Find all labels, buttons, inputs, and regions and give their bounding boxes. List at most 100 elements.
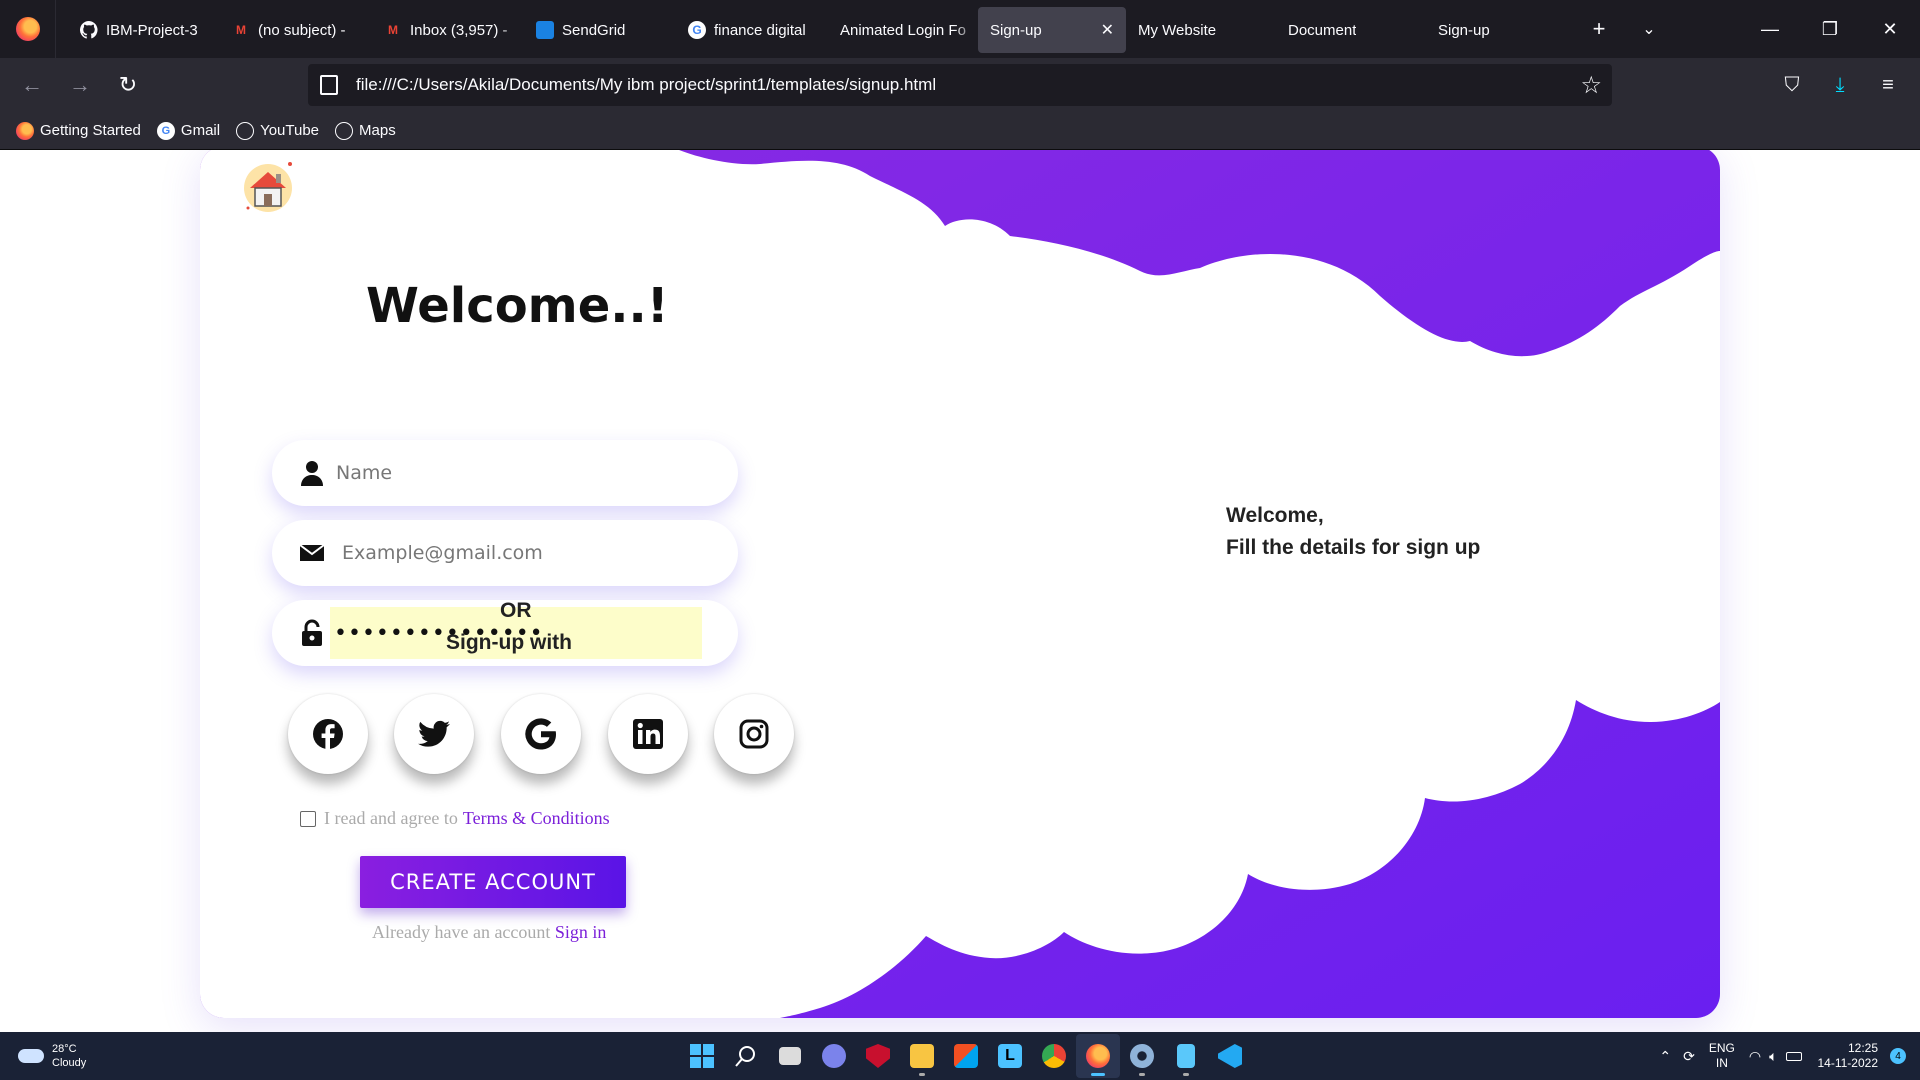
email-input[interactable] <box>342 542 585 564</box>
globe-icon <box>236 121 255 140</box>
hamburger-menu-icon[interactable]: ≡ <box>1864 65 1912 105</box>
bookmark-star-icon[interactable]: ☆ <box>1580 71 1602 100</box>
window-controls: — ❐ ✕ <box>1740 0 1920 58</box>
back-arrow-icon[interactable]: ← <box>8 65 56 105</box>
tab-signup-active[interactable]: Sign-up ✕ <box>978 7 1126 53</box>
chrome-button[interactable] <box>1032 1034 1076 1078</box>
signin-link[interactable]: Sign in <box>555 922 607 942</box>
tab-label: Document <box>1288 21 1357 39</box>
firefox-menu-button[interactable] <box>0 0 56 58</box>
tab-label: Inbox (3,957) - <box>410 21 508 39</box>
tab-list-chevron-down-icon[interactable]: ⌄ <box>1624 0 1674 58</box>
new-tab-plus-icon[interactable]: + <box>1574 0 1624 58</box>
name-input[interactable] <box>336 462 579 484</box>
battery-icon[interactable] <box>1785 1051 1802 1061</box>
facebook-button[interactable] <box>288 694 368 774</box>
navigation-toolbar: ← → ↻ file:///C:/Users/Akila/Documents/M… <box>0 58 1920 112</box>
minimize-icon[interactable]: — <box>1740 0 1800 58</box>
file-explorer-button[interactable] <box>900 1034 944 1078</box>
tab-inbox[interactable]: M Inbox (3,957) - <box>372 7 524 53</box>
bookmark-youtube[interactable]: YouTube <box>236 121 320 140</box>
linkedin-button[interactable] <box>608 694 688 774</box>
clock[interactable]: 12:25 14-11-2022 <box>1818 1041 1879 1071</box>
signin-row: Already have an account Sign in <box>372 922 606 943</box>
language-indicator[interactable]: ENG IN <box>1709 1041 1735 1071</box>
download-icon[interactable]: ⤓ <box>1816 65 1864 105</box>
instagram-button[interactable] <box>714 694 794 774</box>
terms-checkbox[interactable] <box>300 810 316 827</box>
email-field[interactable] <box>272 520 738 586</box>
facebook-icon <box>313 719 343 750</box>
close-window-icon[interactable]: ✕ <box>1860 0 1920 58</box>
signup-with-label: Sign-up with <box>446 631 572 654</box>
chevron-up-icon[interactable]: ⌃ <box>1659 1048 1671 1065</box>
wifi-icon[interactable]: ◠ <box>1749 1048 1761 1065</box>
bookmark-label: YouTube <box>260 122 320 139</box>
weather-widget[interactable]: 28°C Cloudy <box>18 1042 86 1070</box>
start-button[interactable] <box>680 1034 724 1078</box>
settings-button[interactable] <box>1120 1034 1164 1078</box>
tab-label: Sign-up <box>1438 21 1490 39</box>
twitter-icon <box>418 720 450 747</box>
already-account-text: Already have an account <box>372 922 551 942</box>
windows-icon <box>690 1044 714 1068</box>
l-app-button[interactable]: L <box>988 1034 1032 1078</box>
folder-icon <box>910 1044 934 1068</box>
tab-sendgrid[interactable]: SendGrid <box>524 7 676 53</box>
tab-ibm-project[interactable]: IBM-Project-3 <box>68 7 220 53</box>
github-icon <box>80 21 98 39</box>
page-viewport: Welcome..! OR Sign-up with <box>0 150 1920 1032</box>
side-panel-line-2: Fill the details for sign up <box>1226 536 1481 559</box>
twitter-button[interactable] <box>394 694 474 774</box>
mcafee-button[interactable] <box>856 1034 900 1078</box>
globe-icon <box>335 121 354 140</box>
vscode-button[interactable] <box>1208 1034 1252 1078</box>
name-field[interactable] <box>272 440 738 506</box>
teams-chat-button[interactable] <box>812 1034 856 1078</box>
pocket-icon[interactable]: ⛉ <box>1768 65 1816 105</box>
tab-my-website[interactable]: My Website <box>1126 7 1276 53</box>
address-bar[interactable]: file:///C:/Users/Akila/Documents/My ibm … <box>308 64 1612 106</box>
tab-label: IBM-Project-3 <box>106 21 198 39</box>
reload-icon[interactable]: ↻ <box>104 65 152 105</box>
firefox-icon <box>1086 1044 1110 1068</box>
google-button[interactable] <box>501 694 581 774</box>
restore-icon[interactable]: ❐ <box>1800 0 1860 58</box>
google-icon: G <box>156 121 175 140</box>
terms-row: I read and agree to Terms & Conditions <box>300 808 610 829</box>
tab-strip: IBM-Project-3 M (no subject) - M Inbox (… <box>0 0 1920 58</box>
signup-card: Welcome..! OR Sign-up with <box>200 150 1720 1018</box>
clock-date: 14-11-2022 <box>1817 1056 1879 1070</box>
tab-no-subject[interactable]: M (no subject) - <box>220 7 372 53</box>
tab-finance-digital[interactable]: G finance digital <box>676 7 828 53</box>
close-icon[interactable]: ✕ <box>1101 20 1114 40</box>
task-view-button[interactable] <box>768 1034 812 1078</box>
create-account-button[interactable]: CREATE ACCOUNT <box>360 856 626 908</box>
tab-label: (no subject) - <box>258 21 346 39</box>
forward-arrow-icon[interactable]: → <box>56 65 104 105</box>
tab-signup[interactable]: Sign-up <box>1426 7 1574 53</box>
tab-animated-login[interactable]: Animated Login Fo <box>828 7 978 53</box>
notification-badge[interactable]: 4 <box>1890 1048 1906 1064</box>
terms-link[interactable]: Terms & Conditions <box>463 808 610 829</box>
search-icon <box>735 1046 755 1067</box>
home-logo-icon[interactable] <box>238 158 298 214</box>
bookmarks-toolbar: Getting Started G Gmail YouTube Maps <box>0 112 1920 150</box>
notepad-button[interactable] <box>1164 1034 1208 1078</box>
page-title: Welcome..! <box>366 278 669 334</box>
firefox-icon <box>15 17 40 41</box>
vscode-icon <box>1218 1044 1242 1068</box>
tab-document[interactable]: Document <box>1276 7 1426 53</box>
bookmark-maps[interactable]: Maps <box>335 121 396 140</box>
sync-icon[interactable]: ⟳ <box>1683 1048 1695 1065</box>
volume-icon[interactable]: 🔈︎ <box>1769 1048 1777 1065</box>
bookmark-getting-started[interactable]: Getting Started <box>16 121 141 140</box>
instagram-icon <box>739 719 769 749</box>
bookmark-label: Gmail <box>180 122 221 139</box>
store-button[interactable] <box>944 1034 988 1078</box>
firefox-taskbar-button[interactable] <box>1076 1034 1120 1078</box>
search-button[interactable] <box>724 1034 768 1078</box>
bookmark-gmail[interactable]: G Gmail <box>156 121 221 140</box>
tab-label: Animated Login Fo <box>840 21 966 39</box>
linkedin-icon <box>633 719 663 749</box>
